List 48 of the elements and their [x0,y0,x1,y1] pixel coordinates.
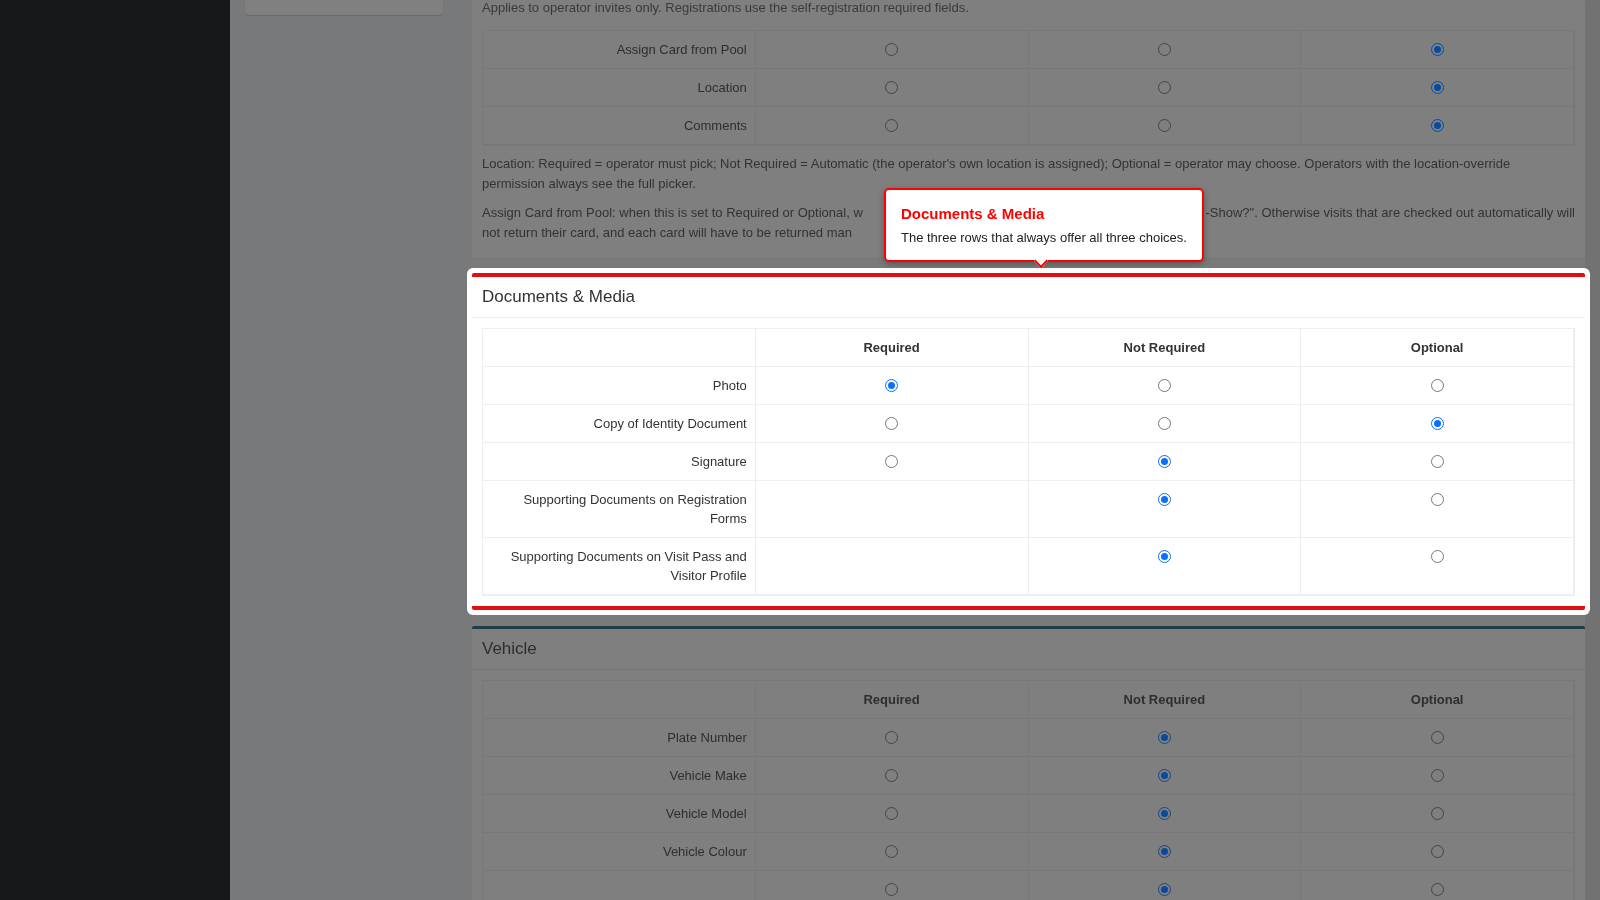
radio-button[interactable] [1430,119,1444,132]
radio-button[interactable] [1430,379,1444,392]
radio-button[interactable] [1157,807,1171,820]
radio-button[interactable] [1157,845,1171,858]
column-header: Optional [1301,681,1574,719]
row-label: Plate Number [483,719,756,757]
section-title: Vehicle [482,639,537,658]
row-label: Vehicle Colour [483,833,756,871]
radio-button[interactable] [1430,417,1444,430]
help-text: -Show?". Otherwise visits that are checked out automatically will [1205,204,1575,222]
row-label: Signature [483,443,756,481]
radio-button[interactable] [1157,455,1171,468]
radio-button[interactable] [1430,81,1444,94]
row-label: Vehicle Model [483,795,756,833]
column-header: Not Required [1028,681,1302,719]
row-label: Copy of Identity Document [483,405,756,443]
radio-button[interactable] [885,379,899,392]
radio-button[interactable] [1157,417,1171,430]
radio-button[interactable] [1157,550,1171,563]
help-text: Applies to operator invites only. Registrations use the self-registration required fields. [482,0,970,16]
radio-button[interactable] [1157,883,1171,896]
help-text: Assign Card from Pool: when this is set to Required or Optional, w [482,204,863,222]
radio-button[interactable] [1157,493,1171,506]
tooltip-text: The three rows that always offer all three choices. [901,230,1187,245]
radio-button[interactable] [1430,455,1444,468]
row-label: Vehicle Make [483,757,756,795]
section-title: Documents & Media [482,287,636,306]
row-label: Supporting Documents on Visit Pass and Visitor Profile [483,538,756,595]
help-text: Location: Required = operator must pick; Not Required = Automatic (the operator's own location is assigned); Optional = operator may choose. Operators with the location-override permission always see the full picker. [482,155,1512,193]
radio-button[interactable] [1157,731,1171,744]
row-label: Assign Card from Pool [483,31,756,69]
column-header: Required [755,681,1029,719]
radio-button[interactable] [1430,43,1444,56]
row-label: Location [483,69,756,107]
tooltip-title: Documents & Media [901,205,1046,222]
row-label: Supporting Documents on Registration Forms [483,481,756,538]
column-header: Optional [1301,329,1574,367]
radio-button[interactable] [1430,493,1444,506]
radio-button[interactable] [1157,379,1171,392]
help-text: not return their card, and each card will have to be returned man [482,224,852,242]
row-label: Comments [483,107,756,145]
column-header: Not Required [1028,329,1302,367]
column-header: Required [755,329,1029,367]
radio-button[interactable] [1430,550,1444,563]
radio-button[interactable] [885,417,899,430]
row-label: Photo [483,367,756,405]
radio-button[interactable] [1157,769,1171,782]
radio-button[interactable] [885,455,899,468]
